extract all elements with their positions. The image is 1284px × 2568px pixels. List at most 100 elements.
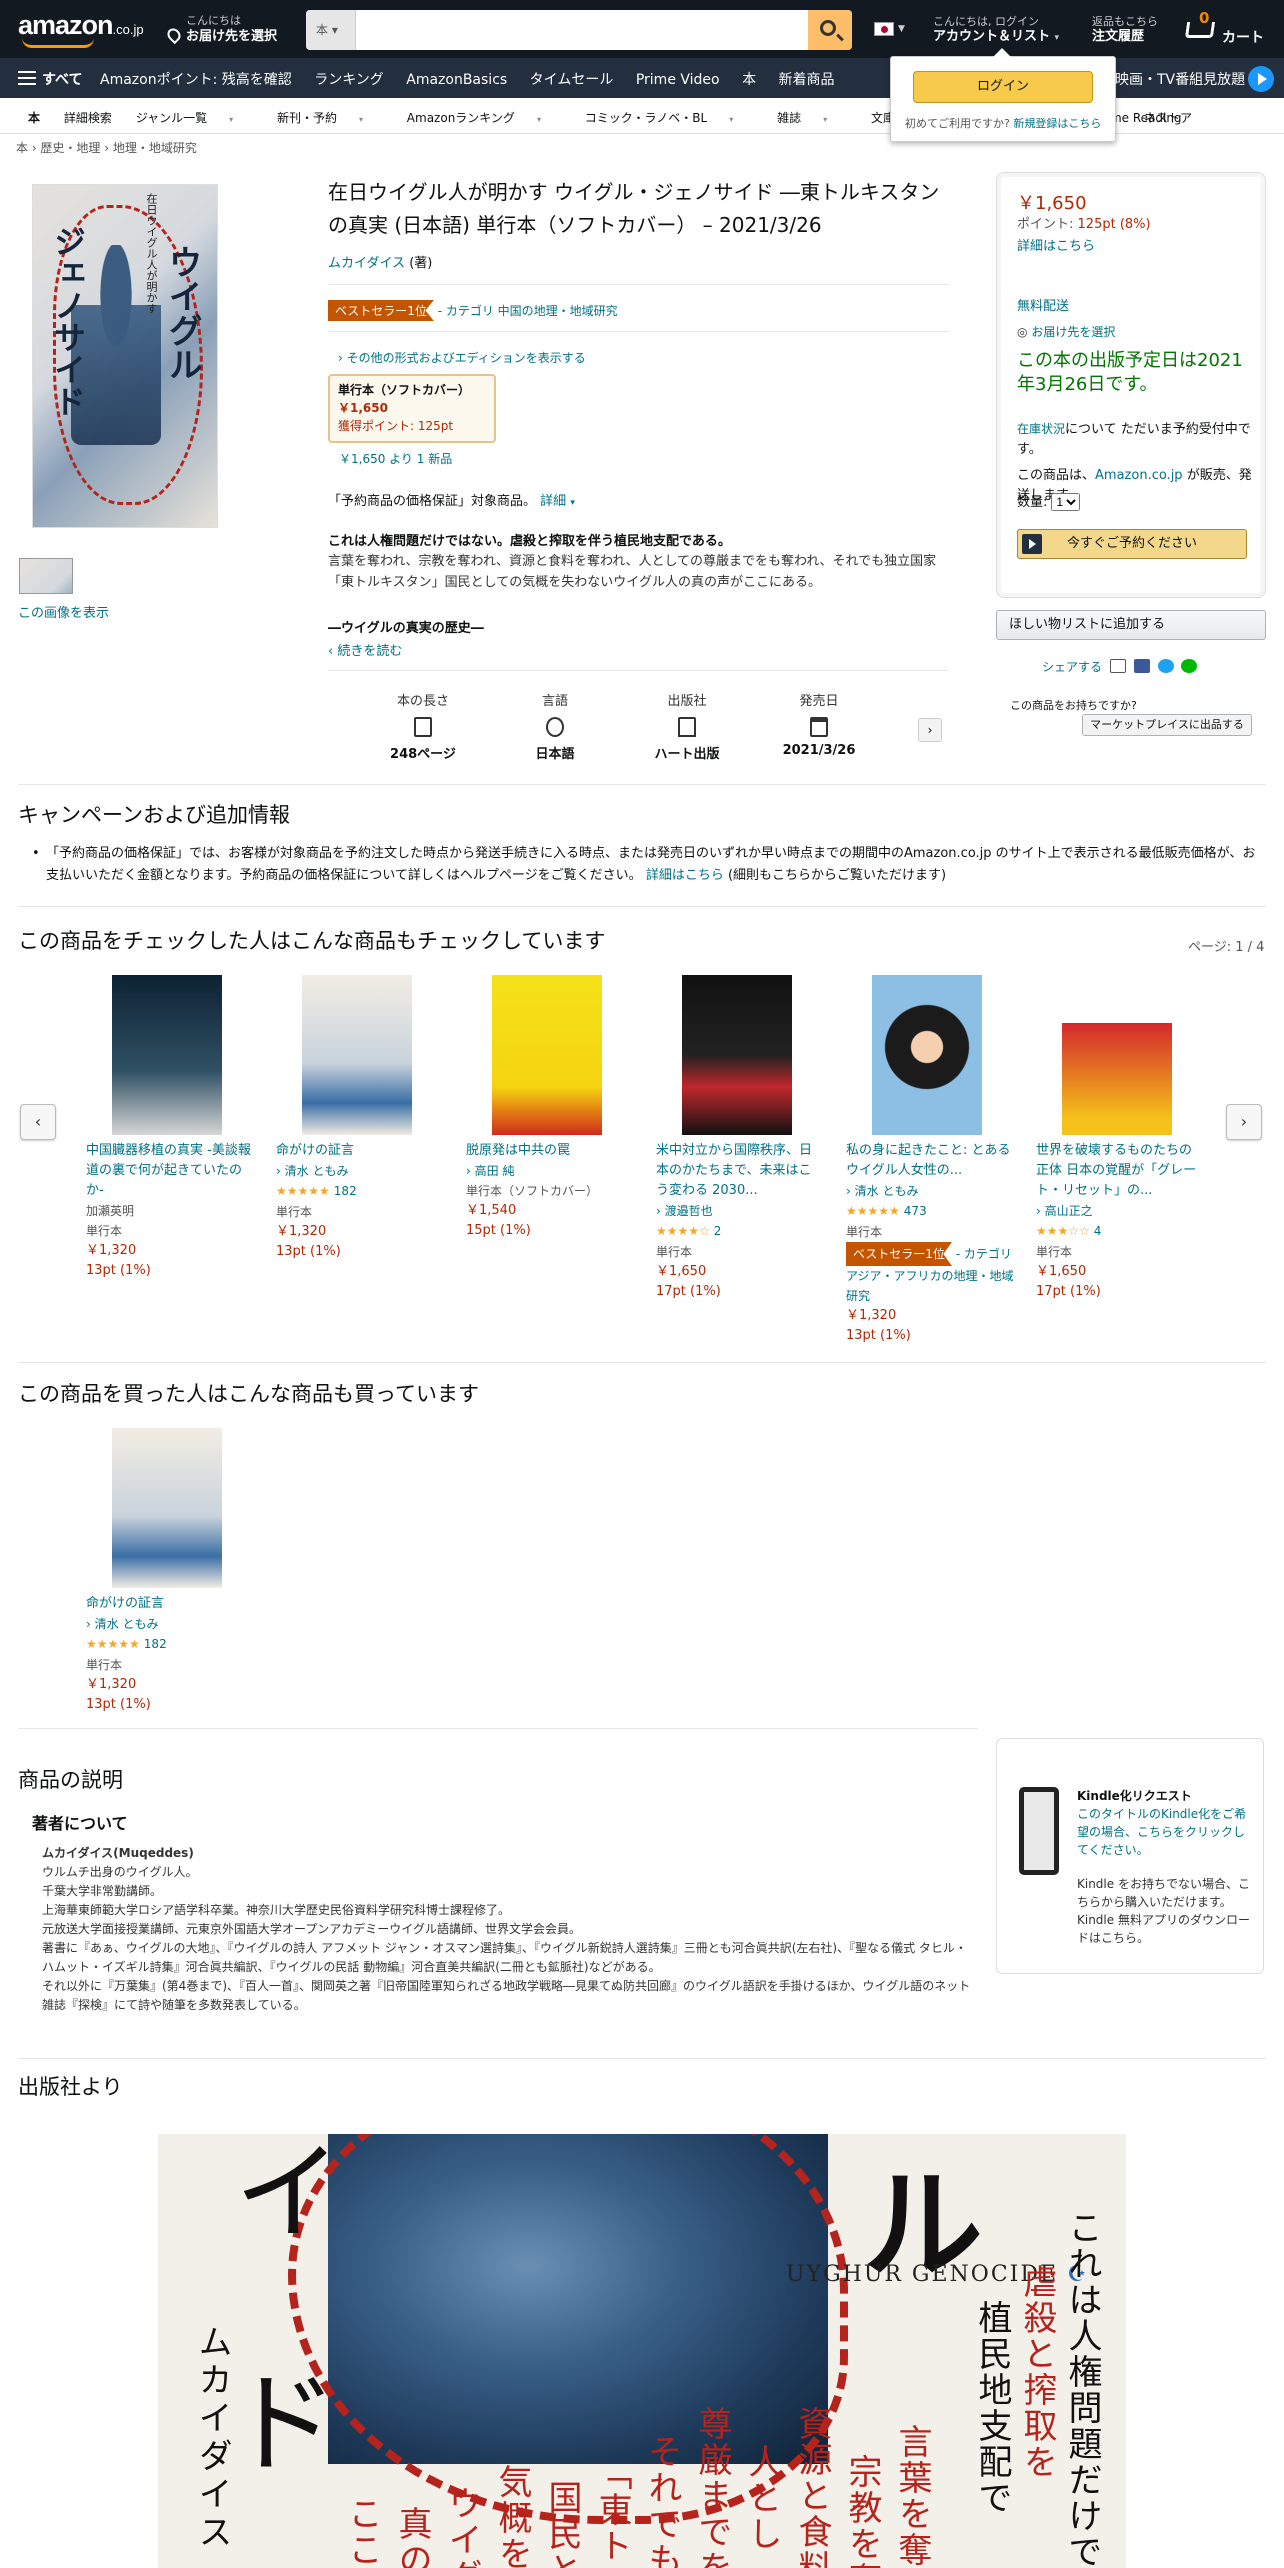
attributes-next-button[interactable]: ›: [918, 718, 942, 742]
subnav-item[interactable]: コミック・ラノベ・BL ▾: [585, 111, 753, 125]
nav-item[interactable]: Amazonポイント: 残高を確認: [100, 72, 292, 88]
product-main-image[interactable]: 在日ウイグル人が明かす ウイグル ジェノサイド: [32, 184, 218, 528]
product-card[interactable]: 私の身に起きたこと: とあるウイグル人女性の... › 清水 ともみ ★★★★★…: [846, 975, 1014, 1346]
other-formats-link[interactable]: › その他の形式およびエディションを表示する: [338, 349, 586, 366]
subnav-item[interactable]: 雑誌 ▾: [777, 111, 847, 125]
divider: [18, 1362, 1266, 1363]
twitter-icon[interactable]: [1157, 659, 1174, 673]
nav-item[interactable]: 新着商品: [779, 72, 835, 88]
quantity-select[interactable]: 1: [1051, 493, 1081, 511]
product-card-author[interactable]: › 清水 ともみ: [846, 1181, 1014, 1201]
product-card-title[interactable]: 脱原発は中共の罠: [466, 1141, 634, 1161]
product-card-cover[interactable]: [1062, 975, 1172, 1135]
author-link[interactable]: ムカイダイス: [328, 256, 405, 271]
read-more-link[interactable]: ‹ 続きを読む: [328, 640, 402, 659]
product-card-author[interactable]: › 高山正之: [1036, 1201, 1204, 1221]
subnav-item[interactable]: ジャンル一覧 ▾: [136, 111, 253, 125]
nav-item[interactable]: ランキング: [314, 72, 384, 88]
banner-text-column: ウイグル: [442, 2486, 482, 2568]
product-card[interactable]: 米中対立から国際秩序、日本のかたちまで、未来はこう変わる 2030... › 渡…: [656, 975, 824, 1302]
email-icon[interactable]: [1109, 659, 1126, 673]
amazon-logo[interactable]: amazon.co.jp: [18, 10, 144, 48]
product-card-rating[interactable]: ★★★★★ 182: [86, 1634, 254, 1655]
new-offers-link[interactable]: ￥1,650 より 1 新品: [339, 450, 452, 467]
search-input[interactable]: [356, 10, 808, 50]
japan-flag-icon[interactable]: [874, 22, 894, 36]
all-menu-button[interactable]: すべて: [42, 69, 82, 89]
product-card-cover[interactable]: [682, 975, 792, 1135]
product-card-title[interactable]: 中国臓器移植の真実 -美談報道の裏で何が起きていたのか-: [86, 1141, 254, 1201]
product-card-title[interactable]: 命がけの証言: [276, 1141, 444, 1161]
product-card-title[interactable]: 私の身に起きたこと: とあるウイグル人女性の...: [846, 1141, 1014, 1181]
format-option-selected[interactable]: 単行本（ソフトカバー） ￥1,650 獲得ポイント: 125pt: [328, 374, 496, 443]
view-image-link[interactable]: この画像を表示: [18, 602, 109, 621]
format-name: 単行本（ソフトカバー）: [338, 383, 471, 397]
preorder-button[interactable]: 今すぐご予約ください: [1017, 529, 1247, 559]
product-card-cover[interactable]: [112, 975, 222, 1135]
carousel-next-button[interactable]: ›: [1226, 1104, 1262, 1140]
product-card[interactable]: 中国臓器移植の真実 -美談報道の裏で何が起きていたのか- 加瀬英明 単行本 ￥1…: [86, 975, 254, 1281]
product-card-rating[interactable]: ★★★★☆ 2: [656, 1221, 824, 1242]
product-card[interactable]: 脱原発は中共の罠 › 高田 純 単行本（ソフトカバー） ￥1,540 15pt …: [466, 975, 634, 1241]
product-card-author[interactable]: › 清水 ともみ: [276, 1161, 444, 1181]
free-shipping-link[interactable]: 無料配送: [1017, 295, 1069, 314]
buybox-price: ￥1,650: [1017, 193, 1087, 214]
account-menu[interactable]: こんにちは, ログイン アカウント＆リスト ▾: [933, 14, 1059, 46]
subnav-item[interactable]: ネストア: [1144, 109, 1192, 126]
line-icon[interactable]: [1181, 659, 1198, 673]
product-card[interactable]: 命がけの証言 › 清水 ともみ ★★★★★ 182 単行本 ￥1,320 13pt…: [86, 1428, 254, 1715]
product-card-cover[interactable]: [302, 975, 412, 1135]
product-card[interactable]: 世界を破壊するものたちの正体 日本の覚醒が「グレート・リセット」の... › 高…: [1036, 975, 1204, 1302]
product-card-format: 単行本: [86, 1224, 123, 1238]
play-icon[interactable]: [1248, 66, 1274, 92]
product-card[interactable]: 命がけの証言 › 清水 ともみ ★★★★★ 182 単行本 ￥1,320 13pt…: [276, 975, 444, 1262]
search-button[interactable]: [808, 10, 852, 50]
cart-icon: [1184, 22, 1216, 38]
add-to-wishlist-button[interactable]: ほしい物リストに追加する: [996, 610, 1266, 640]
facebook-icon[interactable]: [1133, 659, 1150, 673]
product-card-title[interactable]: 世界を破壊するものたちの正体 日本の覚醒が「グレート・リセット」の...: [1036, 1141, 1204, 1201]
search-category-select[interactable]: 本 ▾: [306, 10, 356, 50]
product-card-rating[interactable]: ★★★★★ 182: [276, 1181, 444, 1202]
select-location-link[interactable]: ◎ お届け先を選択: [1017, 323, 1115, 340]
product-card-author[interactable]: › 高田 純: [466, 1161, 634, 1181]
product-card-title[interactable]: 命がけの証言: [86, 1594, 254, 1614]
cart-button[interactable]: 0 カート: [1182, 9, 1272, 48]
hamburger-icon[interactable]: [18, 71, 36, 85]
product-thumbnail[interactable]: [19, 558, 73, 594]
kindle-purchase-text[interactable]: Kindle をお持ちでない場合、こちらから購入いただけます。 Kindle 無…: [1077, 1875, 1251, 1947]
nav-item[interactable]: タイムセール: [530, 72, 614, 88]
product-card-rating[interactable]: ★★★☆☆ 4: [1036, 1221, 1204, 1242]
signin-button[interactable]: ログイン: [913, 71, 1093, 103]
orders-link[interactable]: 返品もこちら 注文履歴: [1092, 14, 1158, 44]
product-card-title[interactable]: 米中対立から国際秩序、日本のかたちまで、未来はこう変わる 2030...: [656, 1141, 824, 1201]
sell-on-marketplace-button[interactable]: マーケットプレイスに出品する: [1082, 714, 1252, 736]
subnav-item[interactable]: 詳細検索: [64, 111, 112, 125]
kindle-request-link[interactable]: このタイトルのKindle化をご希望の場合、こちらをクリックしてください。: [1077, 1805, 1251, 1859]
product-card-cover[interactable]: [492, 975, 602, 1135]
seller-link[interactable]: Amazon.co.jp: [1095, 468, 1183, 483]
breadcrumb[interactable]: 本 › 歴史・地理 › 地理・地域研究: [16, 139, 197, 156]
nav-item[interactable]: AmazonBasics: [406, 72, 507, 88]
subnav-item[interactable]: Amazonランキング ▾: [407, 111, 561, 125]
nav-item[interactable]: 本: [742, 72, 756, 88]
bestseller-category-link[interactable]: - カテゴリ 中国の地理・地域研究: [438, 304, 618, 318]
product-card-cover[interactable]: [872, 975, 982, 1135]
product-card-rating[interactable]: ★★★★★ 473: [846, 1201, 1014, 1222]
nav-item[interactable]: Prime Video: [636, 72, 720, 88]
prime-video-promo[interactable]: 映画・TV番組見放題: [1115, 69, 1245, 89]
smile-icon: [22, 38, 94, 48]
product-card-cover[interactable]: [112, 1428, 222, 1588]
points-detail-link[interactable]: 詳細はこちら: [1017, 235, 1095, 254]
subnav-item[interactable]: 本: [28, 111, 40, 125]
deliver-to[interactable]: こんにちは お届け先を選択: [164, 13, 277, 45]
play-icon: [1022, 534, 1042, 554]
register-link[interactable]: 新規登録はこちら: [1013, 117, 1101, 130]
stock-status-link[interactable]: 在庫状況: [1017, 422, 1065, 436]
carousel-prev-button[interactable]: ‹: [20, 1104, 56, 1140]
subnav-item[interactable]: 新刊・予約 ▾: [277, 111, 383, 125]
product-card-author[interactable]: › 渡邉哲也: [656, 1201, 824, 1221]
product-card-author[interactable]: › 清水 ともみ: [86, 1614, 254, 1634]
campaign-detail-link[interactable]: 詳細はこちら: [646, 868, 724, 883]
guarantee-detail-link[interactable]: 詳細 ▾: [540, 494, 575, 509]
